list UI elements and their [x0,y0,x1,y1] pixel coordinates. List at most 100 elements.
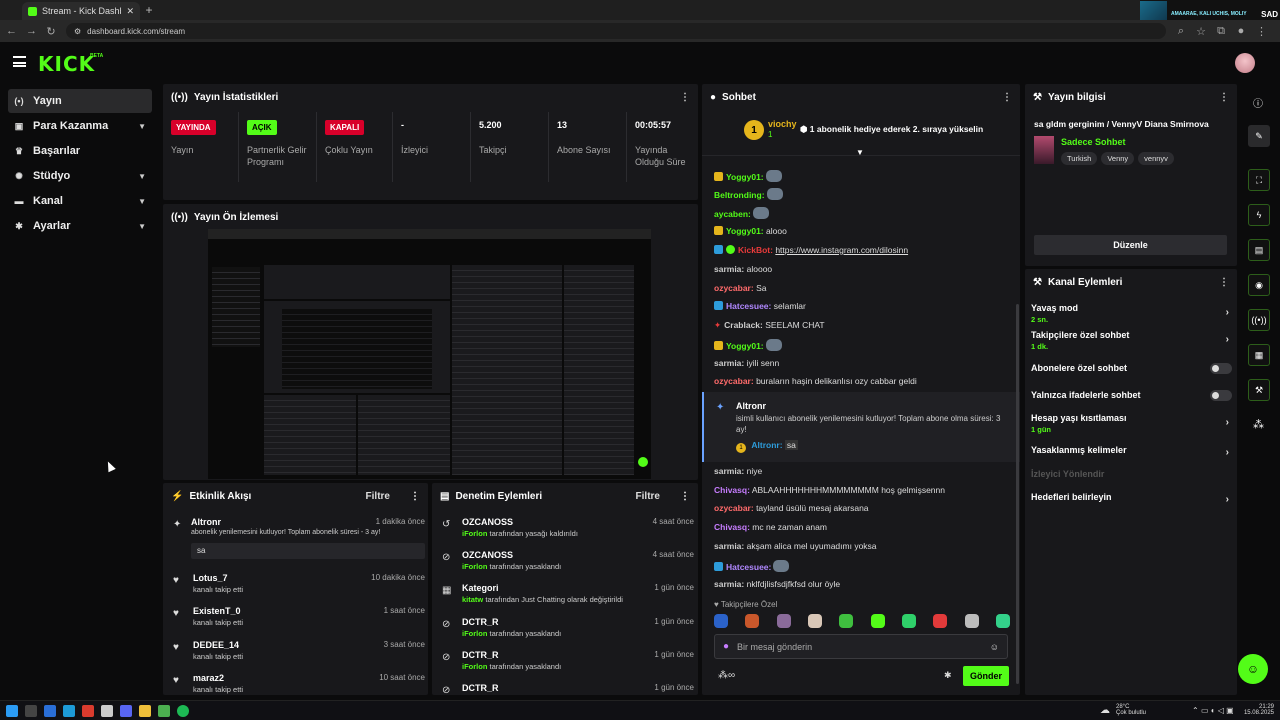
tag[interactable]: Turkish [1061,152,1098,165]
chat-username[interactable]: Beltronding: [714,190,765,200]
new-tab-button[interactable]: + [142,3,156,17]
sidebar-item-kanal[interactable]: ▬ Kanal ▼ [8,189,152,213]
activity-user[interactable]: Lotus_7 [193,573,228,583]
moderator-name[interactable]: iForlon [462,629,487,638]
moderator-name[interactable]: iForlon [462,662,487,671]
chat-username[interactable]: KickBot: [738,245,773,255]
extensions-icon[interactable]: ⧉ [1216,25,1226,38]
windows-start-icon[interactable] [6,704,18,717]
chat-username[interactable]: sarmia: [714,541,744,551]
emote-icon[interactable] [901,614,916,628]
moderation-user[interactable]: DCTR_R [462,617,499,627]
emote-icon[interactable] [776,614,791,628]
chat-username[interactable]: Yoggy01: [726,341,764,351]
discord-icon[interactable] [120,704,132,717]
emotes-only-toggle[interactable] [1210,390,1232,401]
info-icon[interactable]: ⓘ [1253,95,1263,110]
category-name[interactable]: Sadece Sohbet [1061,137,1126,147]
mail-icon[interactable] [44,704,56,717]
subscribers-only-toggle[interactable] [1210,363,1232,374]
hamburger-menu-icon[interactable] [13,56,26,67]
pinned-user[interactable]: viochy [768,119,797,129]
chat-username[interactable]: Crablack: [724,320,763,330]
channel-action-goals[interactable]: Hedefleri belirleyin › [1031,492,1229,505]
pinned-leaderboard[interactable]: 1 viochy 1 ⬢ 1 abonelik hediye ederek 2.… [702,110,1020,157]
chat-username[interactable]: Chivasq: [714,522,750,532]
chrome-icon[interactable] [158,704,170,717]
zoom-icon[interactable]: ⌕ [1176,25,1186,38]
bookmark-star-icon[interactable]: ☆ [1196,25,1206,38]
chat-username[interactable]: sarmia: [714,579,744,589]
chat-settings-gear-icon[interactable]: ✱ [944,670,952,681]
channel-action-slow-mode[interactable]: Yavaş mod 2 sn. › [1031,303,1229,324]
chat-username[interactable]: Hatcesuee: [726,301,771,311]
emote-icon[interactable] [839,614,854,628]
send-button[interactable]: Gönder [963,666,1009,686]
emote-icon[interactable] [995,614,1010,628]
emoji-icon[interactable]: ☺ [990,642,999,652]
chat-username[interactable]: ozycabar: [714,283,754,293]
chat-input[interactable]: ● Bir mesaj gönderin ☺ [714,634,1008,659]
more-options-icon[interactable]: ⋮ [1002,92,1012,103]
emote-icon[interactable] [714,614,728,628]
emote-icon[interactable] [745,614,760,628]
chat-username[interactable]: sarmia: [714,358,744,368]
collapse-icon[interactable]: ▼ [856,148,864,157]
lightning-icon[interactable]: ϟ [1248,204,1270,226]
chat-link[interactable]: https://www.instagram.com/dilosinn [775,245,908,255]
chat-username[interactable]: Yoggy01: [726,226,764,236]
moderation-user[interactable]: DCTR_R [462,683,499,693]
moderator-name[interactable]: kitatw [462,595,483,604]
url-field[interactable]: ⚙ dashboard.kick.com/stream [66,23,1166,39]
tray-icons[interactable]: ⌃ ▭ ◐ ◁ ▣ [1192,706,1234,715]
sidebar-item-yayin[interactable]: (•) Yayın [8,89,152,113]
chrome-icon[interactable] [82,704,94,717]
search-icon[interactable] [25,704,37,717]
log-icon[interactable]: ▦ [1248,344,1270,366]
chat-bubble-icon[interactable]: ◉ [1248,274,1270,296]
edge-icon[interactable] [63,704,75,717]
chat-scrollbar[interactable] [1016,304,1019,684]
moderator-name[interactable]: iForlon [462,529,487,538]
activity-user[interactable]: maraz2 [193,673,224,683]
chat-username[interactable]: Yoggy01: [726,172,764,182]
chat-username[interactable]: sarmia: [714,264,744,274]
moderation-user[interactable]: OZCANOSS [462,550,513,560]
channel-action-banned-words[interactable]: Yasaklanmış kelimeler › [1031,445,1229,458]
profile-icon[interactable]: ● [1236,25,1246,37]
more-options-icon[interactable]: ⋮ [410,491,420,502]
more-options-icon[interactable]: ⋮ [1219,92,1229,103]
reload-icon[interactable]: ↻ [46,25,56,38]
chat-username[interactable]: aycaben: [714,209,751,219]
sidebar-item-basarilar[interactable]: ♛ Başarılar [8,139,152,163]
user-avatar[interactable] [1235,53,1255,73]
more-options-icon[interactable]: ⋮ [1219,277,1229,288]
activity-user[interactable]: Altronr [191,517,221,527]
sidebar-item-studyo[interactable]: ✺ Stüdyo ▼ [8,164,152,188]
emote-icon[interactable] [964,614,979,628]
fullscreen-icon[interactable]: ⛶ [1248,169,1270,191]
notes-icon[interactable]: ▤ [1248,239,1270,261]
more-options-icon[interactable]: ⋮ [680,92,690,103]
filter-button[interactable]: Filtre [366,491,390,502]
microphone-icon[interactable]: ● [723,641,729,652]
emote-icon[interactable] [870,614,885,628]
chat-username[interactable]: Hatcesuee: [726,562,771,572]
chat-username[interactable]: Chivasq: [714,485,750,495]
chat-username[interactable]: ozycabar: [714,376,754,386]
kick-points-icon[interactable]: ⁂∞ [718,670,735,681]
broadcast-icon[interactable]: ((•)) [1248,309,1270,331]
support-chat-icon[interactable]: ☺ [1238,654,1268,684]
edit-layout-icon[interactable]: ✎ [1248,125,1270,147]
activity-user[interactable]: DEDEE_14 [193,640,239,650]
browser-tab[interactable]: Stream - Kick Dashboard ✕ [22,2,140,20]
kick-logo[interactable]: KICK [38,52,95,76]
tag[interactable]: vennyv [1138,152,1174,165]
browser-menu-icon[interactable]: ⋮ [1256,25,1267,38]
apps-icon[interactable]: ⁂ [1253,418,1264,431]
back-icon[interactable]: ← [6,25,17,37]
wrench-icon[interactable]: ⚒ [1248,379,1270,401]
edit-button[interactable]: Düzenle [1034,235,1227,255]
channel-action-followers-only[interactable]: Takipçilere özel sohbet 1 dk. › [1031,330,1229,351]
clock[interactable]: 21:29 15.08.2025 [1244,704,1280,716]
